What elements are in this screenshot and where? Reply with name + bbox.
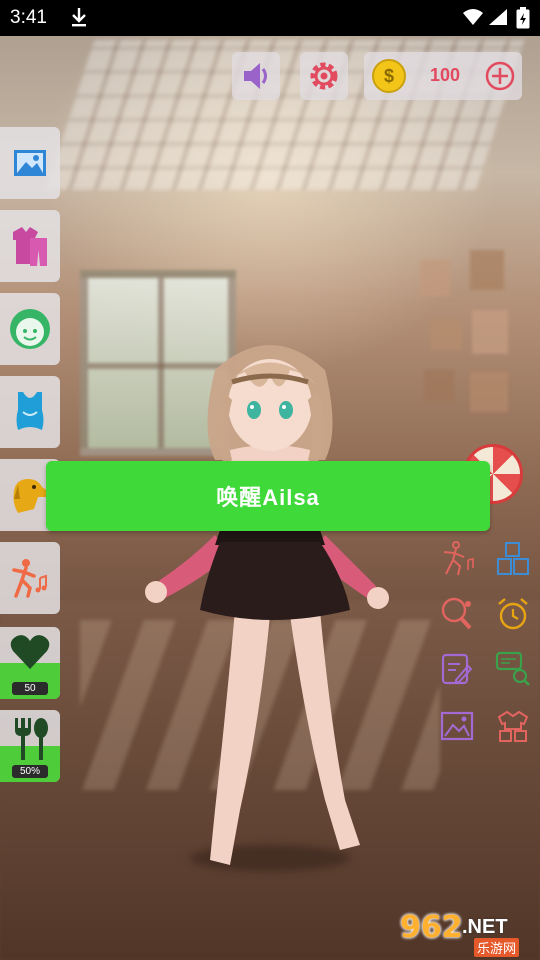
pose-tool[interactable] [438, 540, 476, 578]
speaker-icon [244, 63, 267, 89]
status-bar: 3:41 [0, 0, 540, 36]
chat-search-tool[interactable] [494, 650, 532, 688]
gear-icon [310, 62, 338, 90]
alarm-tool[interactable] [494, 595, 532, 633]
anime-character[interactable] [120, 330, 420, 890]
download-icon [72, 8, 86, 27]
photo-tool[interactable] [438, 707, 476, 745]
hunger-value: 50% [12, 765, 48, 778]
sidebar-item-swimsuit[interactable] [0, 376, 60, 448]
battery-icon [516, 7, 530, 29]
swimsuit-icon [16, 392, 44, 430]
watermark-suffix: .NET [462, 916, 508, 938]
status-time: 3:41 [10, 7, 47, 28]
blocks-icon [497, 542, 529, 575]
sidebar-item-clothes[interactable] [0, 210, 60, 282]
clothes-icon [13, 227, 47, 266]
wifi-icon [463, 9, 483, 25]
sidebar-item-face[interactable] [0, 293, 60, 365]
sidebar-item-scene[interactable] [0, 127, 60, 199]
fork-spoon-icon [15, 718, 48, 760]
ping-pong-icon [441, 597, 472, 630]
heart-icon [10, 635, 50, 669]
wardrobe-tool[interactable] [494, 707, 532, 745]
wardrobe-icon [497, 710, 529, 742]
affection-meter[interactable]: 50 [0, 627, 60, 699]
edit-tool[interactable] [438, 650, 476, 688]
face-icon [10, 309, 50, 349]
image-icon [14, 150, 46, 176]
watermark-number: 962 [400, 910, 463, 945]
watermark-chinese: 乐游网 [474, 938, 520, 957]
wake-up-button[interactable]: 唤醒Ailsa [46, 461, 490, 531]
edit-icon [441, 653, 473, 685]
settings-button[interactable] [300, 52, 348, 100]
ping-pong-tool[interactable] [438, 595, 476, 633]
coin-icon: $ [372, 59, 406, 93]
photo-icon [440, 711, 474, 741]
dance-icon [12, 559, 47, 598]
affection-value: 50 [12, 682, 48, 695]
coin-balance: $ 100 [364, 52, 522, 100]
blocks-tool[interactable] [494, 540, 532, 578]
alarm-clock-icon [498, 598, 528, 630]
signal-icon [489, 9, 507, 25]
coin-amount: 100 [430, 65, 461, 85]
site-watermark: 962 .NET 乐游网 [400, 910, 536, 957]
wall-frames [410, 250, 520, 430]
sound-button[interactable] [232, 52, 280, 100]
chat-search-icon [495, 651, 530, 686]
pose-icon [443, 541, 474, 576]
hunger-meter[interactable]: 50% [0, 710, 60, 782]
add-coins-icon[interactable] [484, 60, 516, 92]
sidebar-item-dance[interactable] [0, 542, 60, 614]
